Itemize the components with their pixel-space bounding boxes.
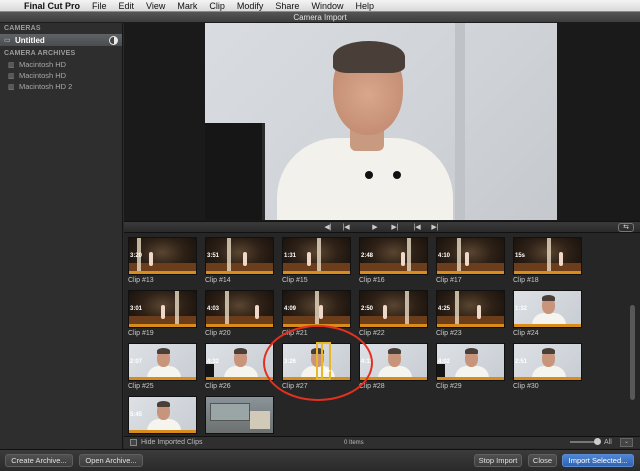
lavalier-mic bbox=[365, 171, 373, 179]
clip-duration: 3:51 bbox=[207, 253, 220, 259]
drive-icon: ▥ bbox=[8, 61, 15, 69]
create-archive-button[interactable]: Create Archive... bbox=[5, 454, 73, 467]
item-count: 0 Items bbox=[344, 439, 364, 446]
filter-popup-icon[interactable]: ⌄ bbox=[620, 438, 633, 447]
archive-item-label: Macintosh HD bbox=[19, 71, 67, 80]
stop-import-button[interactable]: Stop Import bbox=[474, 454, 522, 467]
clip-duration: 4:25 bbox=[438, 306, 451, 312]
camera-status-icon bbox=[109, 35, 118, 45]
clip-duration: 4:02 bbox=[438, 359, 451, 365]
hide-imported-label: Hide Imported Clips bbox=[141, 439, 203, 446]
clip-name: Clip #20 bbox=[205, 330, 231, 337]
clip-duration: 1:32 bbox=[515, 306, 528, 312]
clip-duration: 3:20 bbox=[130, 253, 143, 259]
clip-name: Clip #15 bbox=[282, 277, 308, 284]
lavalier-mic bbox=[393, 171, 401, 179]
drive-icon: ▥ bbox=[8, 83, 15, 91]
archive-item[interactable]: ▥ Macintosh HD bbox=[0, 70, 122, 81]
clip-duration: 2:50 bbox=[361, 306, 374, 312]
clip-duration: 4:10 bbox=[438, 253, 451, 259]
clip-name: Clip #25 bbox=[128, 383, 154, 390]
browser-scrollbar[interactable] bbox=[630, 305, 635, 400]
previous-frame-icon[interactable]: |◀ bbox=[339, 223, 353, 232]
pointer-cursor-icon: ➤ bbox=[323, 366, 332, 377]
import-selected-button[interactable]: Import Selected... bbox=[562, 454, 634, 467]
video-preview bbox=[205, 23, 557, 220]
browser-footer: Hide Imported Clips 0 Items All ⌄ bbox=[124, 436, 640, 448]
window-title: Camera Import bbox=[0, 12, 640, 23]
jump-to-start-icon[interactable]: ◀| bbox=[321, 223, 335, 232]
next-frame-icon[interactable]: ▶| bbox=[388, 223, 402, 232]
archive-item-label: Macintosh HD 2 bbox=[19, 82, 73, 91]
menu-mark[interactable]: Mark bbox=[171, 1, 203, 11]
menu-bar: Final Cut Pro File Edit View Mark Clip M… bbox=[0, 0, 640, 12]
clip-duration: 4:03 bbox=[207, 306, 220, 312]
bottom-bar: Create Archive... Open Archive... Stop I… bbox=[0, 449, 640, 471]
archive-item[interactable]: ▥ Macintosh HD 2 bbox=[0, 81, 122, 92]
background-monitor bbox=[205, 123, 265, 220]
clip-name: Clip #14 bbox=[205, 277, 231, 284]
cameras-header: CAMERAS bbox=[4, 25, 41, 32]
drive-icon: ▥ bbox=[8, 72, 15, 80]
previous-edit-icon[interactable]: |◀ bbox=[410, 223, 424, 232]
menu-view[interactable]: View bbox=[140, 1, 171, 11]
menu-help[interactable]: Help bbox=[349, 1, 380, 11]
open-archive-button[interactable]: Open Archive... bbox=[79, 454, 143, 467]
filter-label[interactable]: All bbox=[604, 439, 612, 446]
clip-duration: 15s bbox=[515, 253, 526, 259]
close-button[interactable]: Close bbox=[528, 454, 557, 467]
hide-imported-checkbox[interactable] bbox=[130, 439, 137, 446]
archive-item-label: Macintosh HD bbox=[19, 60, 67, 69]
menu-file[interactable]: File bbox=[86, 1, 113, 11]
clip-duration: 4:32 bbox=[207, 359, 220, 365]
menu-share[interactable]: Share bbox=[269, 1, 305, 11]
clip-name: Clip #23 bbox=[436, 330, 462, 337]
clip-name: Clip #29 bbox=[436, 383, 462, 390]
clip-name: Clip #22 bbox=[359, 330, 385, 337]
clip-duration: 5:45 bbox=[130, 412, 143, 418]
play-icon[interactable]: ▶ bbox=[368, 223, 382, 232]
clip-thumbnail-image bbox=[205, 396, 274, 434]
clip-name: Clip #28 bbox=[359, 383, 385, 390]
background-door bbox=[455, 23, 465, 220]
clip-name: Clip #17 bbox=[436, 277, 462, 284]
clip-name: Clip #13 bbox=[128, 277, 154, 284]
clip-name: Clip #26 bbox=[205, 383, 231, 390]
camera-item-untitled[interactable]: ▭ Untitled bbox=[0, 34, 122, 46]
archive-item[interactable]: ▥ Macintosh HD bbox=[0, 59, 122, 70]
transport-bar: ◀| |◀ ▶ ▶| |◀ ▶| ⇆ bbox=[124, 221, 640, 233]
clip-zoom-knob[interactable] bbox=[594, 438, 601, 445]
menu-clip[interactable]: Clip bbox=[203, 1, 231, 11]
presenter-hair bbox=[333, 41, 405, 73]
loop-icon[interactable]: ⇆ bbox=[618, 223, 634, 232]
clip-name: Clip #24 bbox=[513, 330, 539, 337]
camera-archives-header: CAMERA ARCHIVES bbox=[4, 50, 76, 57]
sidebar: CAMERAS ▭ Untitled CAMERA ARCHIVES ▥ Mac… bbox=[0, 23, 123, 451]
clip-duration: 3:01 bbox=[130, 306, 143, 312]
jump-to-end-icon[interactable]: ▶| bbox=[428, 223, 442, 232]
clip-name: Clip #16 bbox=[359, 277, 385, 284]
clip-duration: 2:51 bbox=[515, 359, 528, 365]
clip-name: Clip #30 bbox=[513, 383, 539, 390]
clip-duration: 1:31 bbox=[284, 253, 297, 259]
menu-modify[interactable]: Modify bbox=[231, 1, 270, 11]
camera-icon: ▭ bbox=[4, 37, 11, 44]
clip-name: Clip #19 bbox=[128, 330, 154, 337]
clip-duration: 2:07 bbox=[130, 359, 143, 365]
clip-duration: 4:09 bbox=[284, 306, 297, 312]
camera-item-label: Untitled bbox=[15, 35, 45, 45]
clip-duration: 2:48 bbox=[361, 253, 374, 259]
menu-final-cut-pro[interactable]: Final Cut Pro bbox=[18, 1, 86, 11]
menu-edit[interactable]: Edit bbox=[113, 1, 141, 11]
clip-name: Clip #18 bbox=[513, 277, 539, 284]
menu-window[interactable]: Window bbox=[305, 1, 349, 11]
